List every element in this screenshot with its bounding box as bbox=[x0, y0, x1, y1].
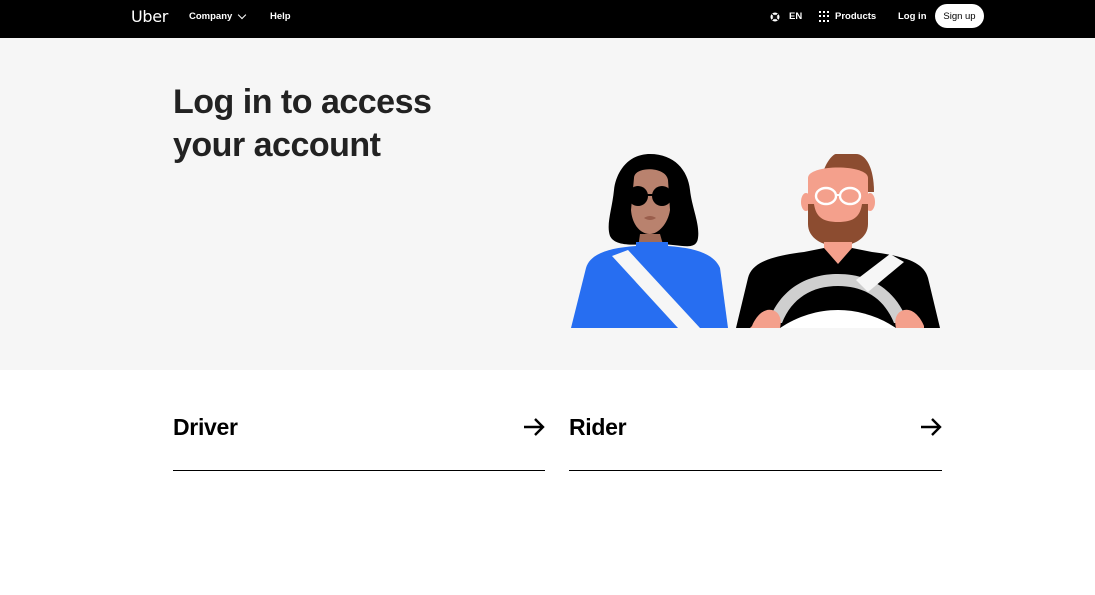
globe-icon bbox=[770, 12, 780, 21]
nav-company-label: Company bbox=[189, 11, 233, 22]
products-menu[interactable]: Products bbox=[819, 11, 876, 22]
rider-login-option[interactable]: Rider bbox=[569, 400, 942, 471]
login-link[interactable]: Log in bbox=[898, 11, 927, 22]
language-selector[interactable]: EN bbox=[770, 11, 802, 22]
rider-and-driver-illustration bbox=[571, 154, 940, 328]
driver-label: Driver bbox=[173, 414, 238, 440]
top-navigation-bar: Uber Company Help EN Products Log in Sig… bbox=[0, 0, 1095, 38]
driver-figure bbox=[736, 154, 940, 328]
grid-icon bbox=[819, 11, 830, 22]
nav-help-link[interactable]: Help bbox=[270, 11, 291, 22]
uber-logo[interactable]: Uber bbox=[131, 7, 168, 26]
rider-label: Rider bbox=[569, 414, 627, 440]
title-line-2: your account bbox=[173, 126, 381, 164]
products-label: Products bbox=[835, 11, 877, 22]
nav-company-dropdown[interactable]: Company bbox=[189, 10, 247, 22]
rider-figure bbox=[571, 154, 728, 328]
page-title: Log in to access your account bbox=[173, 81, 473, 167]
nav-help-label: Help bbox=[270, 11, 291, 22]
chevron-down-icon bbox=[238, 10, 247, 20]
login-label: Log in bbox=[898, 11, 927, 22]
arrow-right-icon bbox=[921, 418, 942, 436]
signup-button[interactable]: Sign up bbox=[935, 4, 984, 28]
arrow-right-icon bbox=[524, 418, 545, 436]
driver-login-option[interactable]: Driver bbox=[173, 400, 545, 471]
language-label: EN bbox=[789, 11, 803, 22]
title-line-1: Log in to access bbox=[173, 83, 432, 121]
hero-section: Log in to access your account bbox=[0, 38, 1095, 370]
